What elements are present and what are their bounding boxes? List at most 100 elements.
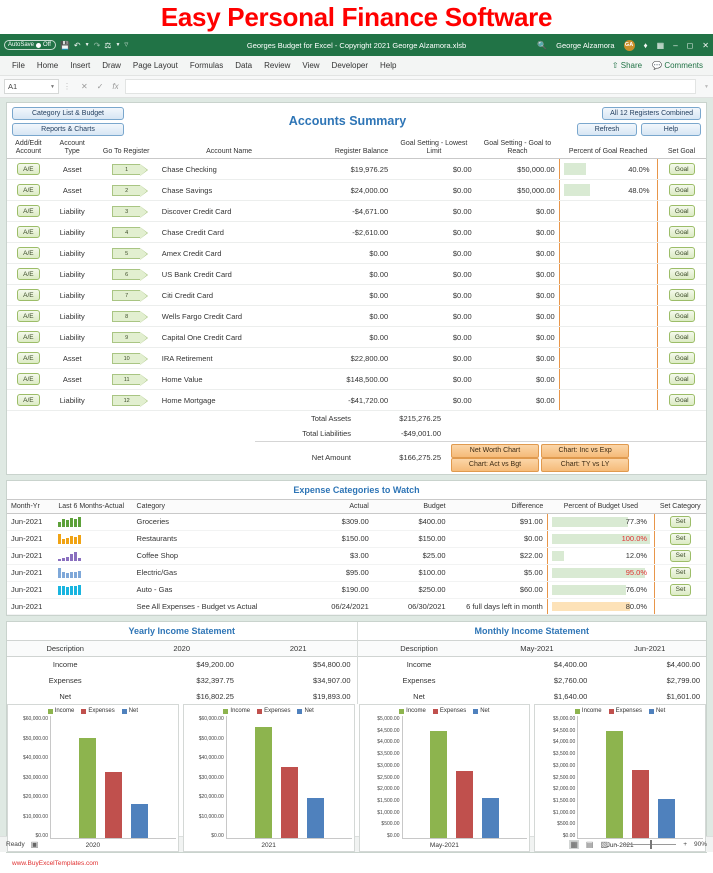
- chevron-down-icon[interactable]: ▼: [50, 84, 55, 90]
- comments-button[interactable]: 💬 Comments: [652, 61, 703, 70]
- ribbon-tab-insert[interactable]: Insert: [64, 61, 96, 70]
- chart-button-2[interactable]: Chart: Act vs Bgt: [451, 458, 539, 472]
- set-category-button[interactable]: Set: [670, 550, 692, 562]
- go-to-register-button[interactable]: 11: [112, 374, 140, 385]
- add-edit-account-button[interactable]: A/E: [17, 331, 39, 343]
- go-to-register-button[interactable]: 4: [112, 227, 140, 238]
- go-to-register-button[interactable]: 5: [112, 248, 140, 259]
- minimize-icon[interactable]: –: [673, 41, 677, 50]
- add-edit-account-button[interactable]: A/E: [17, 226, 39, 238]
- zoom-out-button[interactable]: -: [615, 841, 617, 848]
- go-to-register-button[interactable]: 8: [112, 311, 140, 322]
- cancel-x-icon[interactable]: ✕: [81, 82, 88, 91]
- expand-formula-bar-icon[interactable]: ▼: [704, 84, 709, 90]
- go-to-register-button[interactable]: 9: [112, 332, 140, 343]
- accessibility-icon[interactable]: ▣: [31, 840, 39, 849]
- chart-button-1[interactable]: Chart: Inc vs Exp: [541, 444, 629, 458]
- set-goal-button[interactable]: Goal: [669, 394, 695, 406]
- customize-qat-icon[interactable]: ▽: [124, 42, 128, 48]
- category-list-budget-button[interactable]: Category List & Budget: [12, 107, 124, 120]
- website-link[interactable]: www.BuyExcelTemplates.com: [6, 858, 707, 867]
- add-edit-account-button[interactable]: A/E: [17, 352, 39, 364]
- page-layout-view-icon[interactable]: ▤: [586, 840, 594, 849]
- redo-icon[interactable]: ↷: [94, 41, 101, 50]
- income-chart-3[interactable]: IncomeExpensesNet$5,000.00$4,500.00$4,00…: [534, 704, 706, 852]
- set-goal-button[interactable]: Goal: [669, 373, 695, 385]
- save-icon[interactable]: 💾: [60, 41, 70, 50]
- all-registers-combined-button[interactable]: All 12 Registers Combined: [602, 107, 701, 120]
- add-edit-account-button[interactable]: A/E: [17, 289, 39, 301]
- chart-button-3[interactable]: Chart: TY vs LY: [541, 458, 629, 472]
- set-goal-button[interactable]: Goal: [669, 226, 695, 238]
- add-edit-account-button[interactable]: A/E: [17, 373, 39, 385]
- insert-function-icon[interactable]: fx: [112, 82, 118, 91]
- ribbon-tab-data[interactable]: Data: [229, 61, 258, 70]
- search-icon[interactable]: 🔍: [537, 41, 547, 50]
- set-goal-button[interactable]: Goal: [669, 310, 695, 322]
- zoom-slider-handle[interactable]: [650, 840, 652, 849]
- reports-charts-button[interactable]: Reports & Charts: [12, 123, 124, 136]
- go-to-register-button[interactable]: 3: [112, 206, 140, 217]
- go-to-register-button[interactable]: 10: [112, 353, 140, 364]
- ribbon-tab-developer[interactable]: Developer: [326, 61, 374, 70]
- name-box[interactable]: A1 ▼: [4, 79, 59, 94]
- set-category-button[interactable]: Set: [670, 533, 692, 545]
- set-goal-button[interactable]: Goal: [669, 247, 695, 259]
- ribbon-display-options-icon[interactable]: ▦: [657, 41, 665, 50]
- go-to-register-button[interactable]: 1: [112, 164, 140, 175]
- income-chart-0[interactable]: IncomeExpensesNet$60,000.00$50,000.00$40…: [7, 704, 179, 852]
- go-to-register-button[interactable]: 2: [112, 185, 140, 196]
- add-edit-account-button[interactable]: A/E: [17, 247, 39, 259]
- refresh-button[interactable]: Refresh: [577, 123, 637, 136]
- help-button[interactable]: Help: [641, 123, 701, 136]
- set-goal-button[interactable]: Goal: [669, 184, 695, 196]
- set-goal-button[interactable]: Goal: [669, 163, 695, 175]
- go-to-register-button[interactable]: 6: [112, 269, 140, 280]
- enter-check-icon[interactable]: ✓: [97, 82, 104, 91]
- user-name[interactable]: George Alzamora: [556, 41, 614, 50]
- autosave-toggle[interactable]: AutoSave Off: [4, 40, 56, 50]
- ribbon-tab-review[interactable]: Review: [258, 61, 296, 70]
- zoom-slider[interactable]: [624, 844, 676, 845]
- set-category-button[interactable]: Set: [670, 584, 692, 596]
- normal-view-icon[interactable]: ▦: [569, 840, 579, 849]
- see-all-expenses-link[interactable]: See All Expenses - Budget vs Actual: [133, 598, 296, 614]
- touch-mode-icon[interactable]: ⚖: [104, 41, 111, 50]
- premium-diamond-icon[interactable]: ♦: [644, 41, 648, 50]
- add-edit-account-button[interactable]: A/E: [17, 184, 39, 196]
- add-edit-account-button[interactable]: A/E: [17, 163, 39, 175]
- formula-input[interactable]: [125, 79, 696, 94]
- go-to-register-button[interactable]: 12: [112, 395, 140, 406]
- set-goal-button[interactable]: Goal: [669, 289, 695, 301]
- set-goal-button[interactable]: Goal: [669, 352, 695, 364]
- add-edit-account-button[interactable]: A/E: [17, 310, 39, 322]
- chevron-down-icon[interactable]: ▼: [85, 42, 90, 48]
- ribbon-tab-help[interactable]: Help: [374, 61, 402, 70]
- set-goal-button[interactable]: Goal: [669, 268, 695, 280]
- add-edit-account-button[interactable]: A/E: [17, 205, 39, 217]
- ribbon-tab-file[interactable]: File: [6, 61, 31, 70]
- add-edit-account-button[interactable]: A/E: [17, 394, 39, 406]
- set-category-button[interactable]: Set: [670, 567, 692, 579]
- zoom-in-button[interactable]: +: [683, 841, 687, 848]
- ribbon-tab-formulas[interactable]: Formulas: [184, 61, 229, 70]
- chart-button-0[interactable]: Net Worth Chart: [451, 444, 539, 458]
- chevron-down-icon[interactable]: ▼: [115, 42, 120, 48]
- zoom-level[interactable]: 90%: [694, 841, 707, 848]
- maximize-icon[interactable]: ◻: [687, 41, 694, 50]
- income-chart-1[interactable]: IncomeExpensesNet$60,000.00$50,000.00$40…: [183, 704, 355, 852]
- set-goal-button[interactable]: Goal: [669, 331, 695, 343]
- ribbon-tab-draw[interactable]: Draw: [96, 61, 127, 70]
- quick-access-toolbar[interactable]: AutoSave Off 💾 ↶ ▼ ↷ ⚖ ▼ ▽: [4, 40, 128, 50]
- page-break-view-icon[interactable]: ▧: [600, 840, 608, 849]
- go-to-register-button[interactable]: 7: [112, 290, 140, 301]
- ribbon-tab-page-layout[interactable]: Page Layout: [127, 61, 184, 70]
- close-icon[interactable]: ✕: [702, 41, 709, 50]
- ribbon-tab-home[interactable]: Home: [31, 61, 64, 70]
- set-goal-button[interactable]: Goal: [669, 205, 695, 217]
- add-edit-account-button[interactable]: A/E: [17, 268, 39, 280]
- income-chart-2[interactable]: IncomeExpensesNet$5,000.00$4,500.00$4,00…: [359, 704, 531, 852]
- share-button[interactable]: ⇧ Share: [612, 61, 642, 70]
- set-category-button[interactable]: Set: [670, 516, 692, 528]
- avatar[interactable]: GA: [624, 40, 635, 51]
